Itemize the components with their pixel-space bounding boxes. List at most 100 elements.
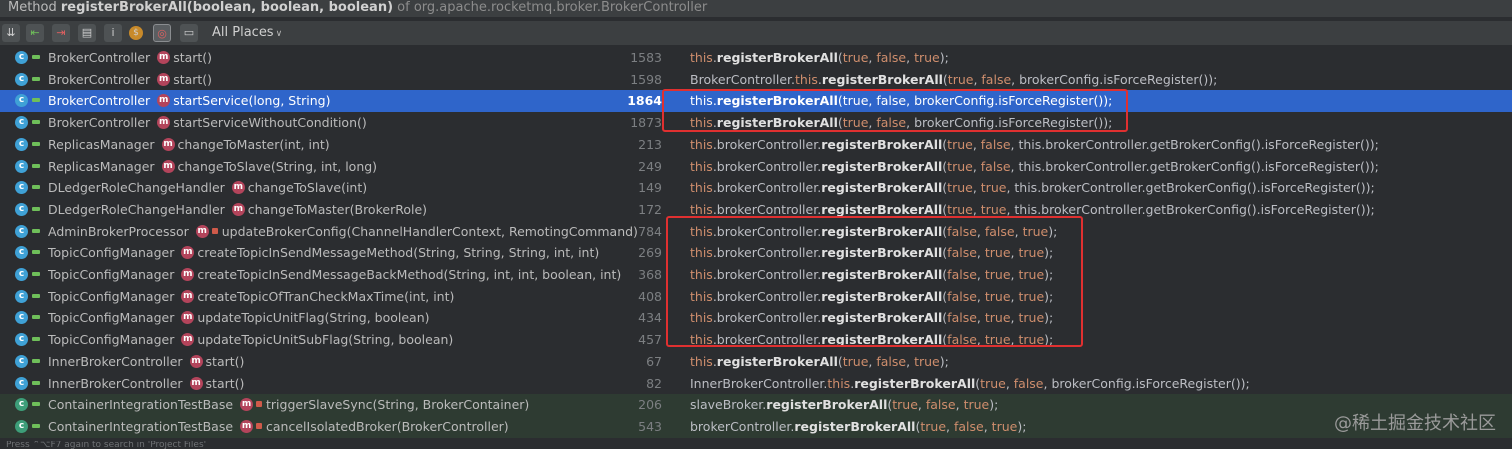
field-name: brokerController: [716, 201, 818, 217]
line-number: 368: [638, 267, 662, 282]
lock-icon: [32, 55, 40, 59]
call-args: (true, true, this.brokerController.getBr…: [942, 180, 1375, 196]
line-number: 213: [638, 136, 662, 152]
line-number: 269: [638, 245, 662, 261]
navigate-up-icon[interactable]: ⇤: [26, 24, 44, 42]
bool-literal: true: [920, 418, 947, 434]
code-snippet: this.registerBrokerAll(true, false, true…: [690, 351, 949, 373]
method-icon: m: [231, 202, 245, 216]
title-method: registerBrokerAll(boolean, boolean, bool…: [60, 0, 394, 15]
method-call: registerBrokerAll: [716, 50, 838, 65]
bool-literal: true: [947, 158, 973, 174]
method-call: registerBrokerAll: [766, 397, 888, 413]
bool-literal: false: [980, 136, 1011, 152]
class-icon: c: [15, 289, 28, 303]
code-prefix: slaveBroker.: [690, 397, 767, 413]
bool-literal: false: [953, 418, 984, 434]
line-number: 249: [638, 158, 662, 174]
line-number: 1583: [630, 50, 662, 65]
method-icon: m: [181, 268, 195, 281]
line-number: 434: [638, 310, 662, 326]
bool-literal: false: [980, 158, 1011, 174]
usage-row[interactable]: c ReplicasManager m changeToSlave(String, i…: [0, 155, 1512, 178]
class-name: TopicConfigManager: [48, 310, 175, 326]
bool-literal: true: [914, 353, 940, 369]
call-args: (true, false, brokerConfig.isForceRegist…: [975, 375, 1250, 391]
line-number: 149: [638, 180, 662, 196]
line-number: 82: [646, 375, 662, 391]
method-signature: changeToSlave(int): [247, 180, 368, 196]
lock-icon: [32, 76, 40, 81]
line-number: 457: [638, 332, 662, 348]
usage-row[interactable]: c BrokerController m start() 1583 this.regist…: [0, 47, 1512, 69]
class-name: ContainerIntegrationTestBase: [48, 397, 234, 413]
class-name: InnerBrokerController: [48, 353, 183, 369]
keyword-this: this: [795, 71, 818, 87]
class-name: DLedgerRoleChangeHandler: [48, 201, 225, 217]
bool-literal: true: [963, 397, 990, 413]
usage-row[interactable]: c ContainerIntegrationTestBase m triggerSla…: [0, 394, 1512, 416]
usage-row[interactable]: c DLedgerRoleChangeHandler m changeToSlave(…: [0, 177, 1512, 199]
class-icon: c: [15, 159, 28, 173]
usage-row[interactable]: c ReplicasManager m changeToMaster(int, int…: [0, 133, 1512, 156]
bool-literal: true: [892, 397, 918, 413]
method-icon: m: [189, 376, 203, 390]
keyword-this: this: [690, 353, 713, 369]
line-number: 67: [646, 353, 662, 369]
code-snippet: this.brokerController.registerBrokerAll(…: [690, 177, 1375, 199]
class-name: TopicConfigManager: [48, 288, 175, 304]
class-name: TopicConfigManager: [48, 245, 175, 261]
filter-icon[interactable]: ◎: [153, 24, 171, 42]
class-name: ReplicasManager: [48, 136, 155, 152]
highlight-box-middle: [666, 216, 1083, 347]
scope-dropdown[interactable]: All Places ∨: [206, 23, 288, 43]
method-signature: changeToMaster(int, int): [177, 136, 330, 152]
scope-label: All Places: [212, 25, 274, 40]
method-icon: m: [240, 398, 254, 412]
line-number: 206: [638, 397, 662, 413]
call-args: (true, false, true);: [887, 397, 999, 413]
method-icon: m: [181, 311, 195, 325]
method-icon: m: [231, 181, 245, 195]
keyword-this: this: [690, 180, 713, 196]
class-name: TopicConfigManager: [48, 332, 175, 348]
lock-icon: [32, 423, 40, 428]
keyword-this: this: [827, 375, 851, 391]
code-snippet: InnerBrokerController.this.registerBroke…: [690, 373, 1250, 395]
info-icon[interactable]: i: [104, 24, 122, 42]
usage-row[interactable]: c InnerBrokerController m start() 82 InnerBro…: [0, 372, 1512, 395]
private-lock-icon: [256, 401, 263, 408]
usage-row[interactable]: c InnerBrokerController m start() 67 this.reg…: [0, 350, 1512, 373]
code-snippet: this.registerBrokerAll(true, false, true…: [690, 47, 949, 69]
class-name: BrokerController: [48, 50, 151, 65]
method-icon: m: [161, 137, 175, 151]
bool-literal: true: [842, 353, 869, 369]
bool-literal: false: [1013, 375, 1044, 391]
line-number: 543: [638, 418, 662, 434]
lock-icon: [32, 358, 40, 363]
expand-all-icon[interactable]: ⇊: [2, 24, 20, 42]
method-icon: m: [181, 333, 195, 347]
method-call: registerBrokerAll: [821, 180, 943, 196]
lock-icon: [32, 337, 40, 342]
class-icon: c: [15, 246, 28, 260]
usage-row[interactable]: c ContainerIntegrationTestBase m cancelIsol…: [0, 415, 1512, 438]
preview-icon[interactable]: ▭: [180, 24, 198, 42]
keyword-this: this: [690, 136, 713, 152]
usage-row[interactable]: c BrokerController m start() 1598 BrokerContr…: [0, 68, 1512, 91]
method-signature: start(): [205, 375, 245, 391]
lock-icon: [32, 141, 40, 146]
code-prefix: brokerController.: [690, 418, 795, 434]
line-number: 1873: [630, 115, 662, 131]
class-icon: c: [15, 419, 28, 433]
navigate-down-icon[interactable]: ⇥: [52, 24, 70, 42]
lock-icon: [32, 380, 40, 385]
coin-icon[interactable]: $: [129, 26, 143, 40]
class-name: BrokerController: [48, 71, 151, 87]
method-call: registerBrokerAll: [716, 353, 838, 369]
lock-icon: [32, 315, 40, 320]
class-name: ReplicasManager: [48, 158, 155, 174]
group-by-file-icon[interactable]: ▤: [78, 24, 96, 42]
bool-literal: false: [876, 50, 907, 65]
highlight-box-top: [662, 89, 1128, 132]
